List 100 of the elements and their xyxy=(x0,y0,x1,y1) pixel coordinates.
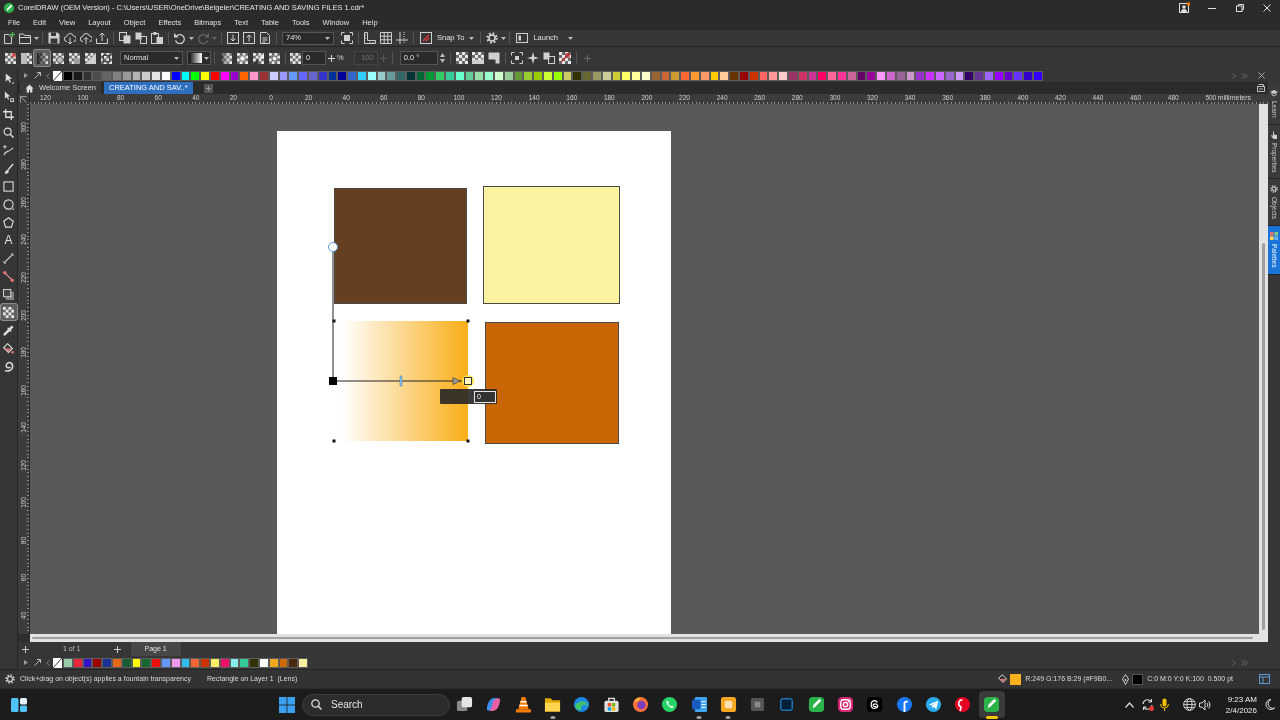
palette-swatch-icon[interactable] xyxy=(631,70,641,81)
palette-swatch-icon[interactable] xyxy=(778,70,788,81)
checker-linear-icon[interactable] xyxy=(220,52,232,64)
palette-swatch-icon[interactable] xyxy=(160,657,171,668)
shadow-tool-button[interactable] xyxy=(0,286,17,302)
import-icon[interactable] xyxy=(227,32,239,44)
palette-swatch-icon[interactable] xyxy=(131,657,142,668)
palette-swatch-icon[interactable] xyxy=(435,70,446,81)
cloud-download-icon[interactable] xyxy=(64,32,76,44)
palette-swatch-icon[interactable] xyxy=(219,657,230,668)
frame-corners-icon[interactable] xyxy=(510,52,523,64)
palette-swatch-icon[interactable] xyxy=(219,70,230,81)
transparency-type-button[interactable] xyxy=(98,50,114,66)
palette-swatch-icon[interactable] xyxy=(102,70,112,81)
palette-swatch-icon[interactable] xyxy=(739,70,749,81)
palette-swatch-icon[interactable] xyxy=(680,70,690,81)
palette-swatch-icon[interactable] xyxy=(141,657,152,668)
rectangle-tool-button[interactable] xyxy=(0,178,17,194)
palette-swatch-icon[interactable] xyxy=(876,70,886,81)
palette-swatch-icon[interactable] xyxy=(200,657,210,668)
palette-swatch-icon[interactable] xyxy=(993,70,1004,81)
palette-swatch-icon[interactable] xyxy=(307,70,318,81)
palette-swatch-icon[interactable] xyxy=(298,657,308,668)
palette-swatch-icon[interactable] xyxy=(249,657,259,668)
triangle-right-icon[interactable] xyxy=(24,73,28,78)
export-icon[interactable] xyxy=(243,32,255,44)
caret-icon[interactable] xyxy=(500,36,506,40)
palette-swatch-icon[interactable] xyxy=(190,70,201,81)
palette-swatch-icon[interactable] xyxy=(572,70,583,81)
polygon-tool-button[interactable] xyxy=(0,214,17,230)
palette-swatch-icon[interactable] xyxy=(445,70,455,81)
restore-icon[interactable] xyxy=(1236,3,1244,12)
palette-swatch-icon[interactable] xyxy=(592,70,602,81)
palette-swatch-icon[interactable] xyxy=(112,657,122,668)
palette-swatch-icon[interactable] xyxy=(650,70,661,81)
palette-swatch-icon[interactable] xyxy=(1013,70,1024,81)
palette-swatch-icon[interactable] xyxy=(454,70,465,81)
paint-bucket-icon[interactable] xyxy=(998,674,1009,684)
clock-date[interactable]: 2/4/2026 xyxy=(1225,704,1257,716)
palette-swatch-icon[interactable] xyxy=(709,70,720,81)
transparency-type-button[interactable] xyxy=(2,50,18,66)
taskbar-app-button[interactable] xyxy=(979,691,1005,718)
connector-tool-button[interactable] xyxy=(0,268,17,284)
palette-swatch-icon[interactable] xyxy=(405,70,416,81)
palette-swatch-icon[interactable] xyxy=(72,657,83,668)
palette-swatch-icon[interactable] xyxy=(925,70,935,81)
palette-swatch-icon[interactable] xyxy=(112,70,122,81)
checker-radial-icon[interactable] xyxy=(236,52,248,64)
zoom-tool-button[interactable] xyxy=(0,124,17,140)
palette-swatch-icon[interactable] xyxy=(582,70,593,81)
diagonal-arrow-icon[interactable] xyxy=(34,659,41,666)
palette-swatch-icon[interactable] xyxy=(82,657,93,668)
caret-icon[interactable] xyxy=(33,36,39,40)
caret-icon[interactable] xyxy=(204,56,209,60)
palette-swatch-icon[interactable] xyxy=(239,657,250,668)
palette-swatch-icon[interactable] xyxy=(552,70,563,81)
palette-swatch-icon[interactable] xyxy=(180,657,191,668)
stacked-pages-icon[interactable] xyxy=(542,52,555,64)
palette-swatch-icon[interactable] xyxy=(92,657,103,668)
pen-nib-icon[interactable] xyxy=(1122,673,1130,685)
close-icon[interactable] xyxy=(1258,72,1265,79)
palette-swatch-icon[interactable] xyxy=(141,70,152,81)
caret-icon[interactable] xyxy=(174,56,179,60)
palette-swatch-icon[interactable] xyxy=(836,70,847,81)
palette-swatch-icon[interactable] xyxy=(934,70,945,81)
fountain-picker[interactable] xyxy=(187,51,211,65)
palette-swatch-icon[interactable] xyxy=(1032,70,1043,81)
outline-swatch-icon[interactable] xyxy=(1132,673,1144,685)
palette-swatch-icon[interactable] xyxy=(170,70,181,81)
transparency-type-button[interactable] xyxy=(18,50,34,66)
start-icon[interactable] xyxy=(279,696,295,713)
palette-swatch-icon[interactable] xyxy=(160,70,171,81)
crop-tool-button[interactable] xyxy=(0,106,17,122)
ruler-origin-icon[interactable] xyxy=(20,95,27,103)
speaker-icon[interactable] xyxy=(1198,698,1211,711)
palette-swatch-icon[interactable] xyxy=(347,70,357,81)
palette-swatch-icon[interactable] xyxy=(337,70,348,81)
palette-swatch-icon[interactable] xyxy=(513,70,524,81)
palette-swatch-icon[interactable] xyxy=(268,70,279,81)
sparkle-icon[interactable] xyxy=(526,52,539,64)
palette-swatch-icon[interactable] xyxy=(298,70,308,81)
guidelines-icon[interactable] xyxy=(396,32,408,44)
palette-swatch-icon[interactable] xyxy=(1023,70,1033,81)
palette-swatch-icon[interactable] xyxy=(983,70,994,81)
palette-swatch-icon[interactable] xyxy=(601,70,612,81)
palette-swatch-icon[interactable] xyxy=(229,657,240,668)
palette-swatch-icon[interactable] xyxy=(288,657,299,668)
stacked-pages-icon[interactable] xyxy=(135,32,147,44)
palette-swatch-icon[interactable] xyxy=(729,70,739,81)
ellipse-tool-button[interactable] xyxy=(0,196,17,212)
palette-swatch-icon[interactable] xyxy=(611,70,622,81)
new-document-icon[interactable] xyxy=(3,32,15,44)
grid-icon[interactable] xyxy=(380,32,392,44)
caret-icon[interactable] xyxy=(469,36,475,40)
palette-swatch-icon[interactable] xyxy=(239,70,250,81)
caret-icon[interactable] xyxy=(189,36,194,40)
moon-icon[interactable] xyxy=(1265,699,1275,710)
palette-swatch-icon[interactable] xyxy=(1003,70,1014,81)
palette-swatch-icon[interactable] xyxy=(180,70,191,81)
transparency-tool-button[interactable] xyxy=(0,304,17,320)
